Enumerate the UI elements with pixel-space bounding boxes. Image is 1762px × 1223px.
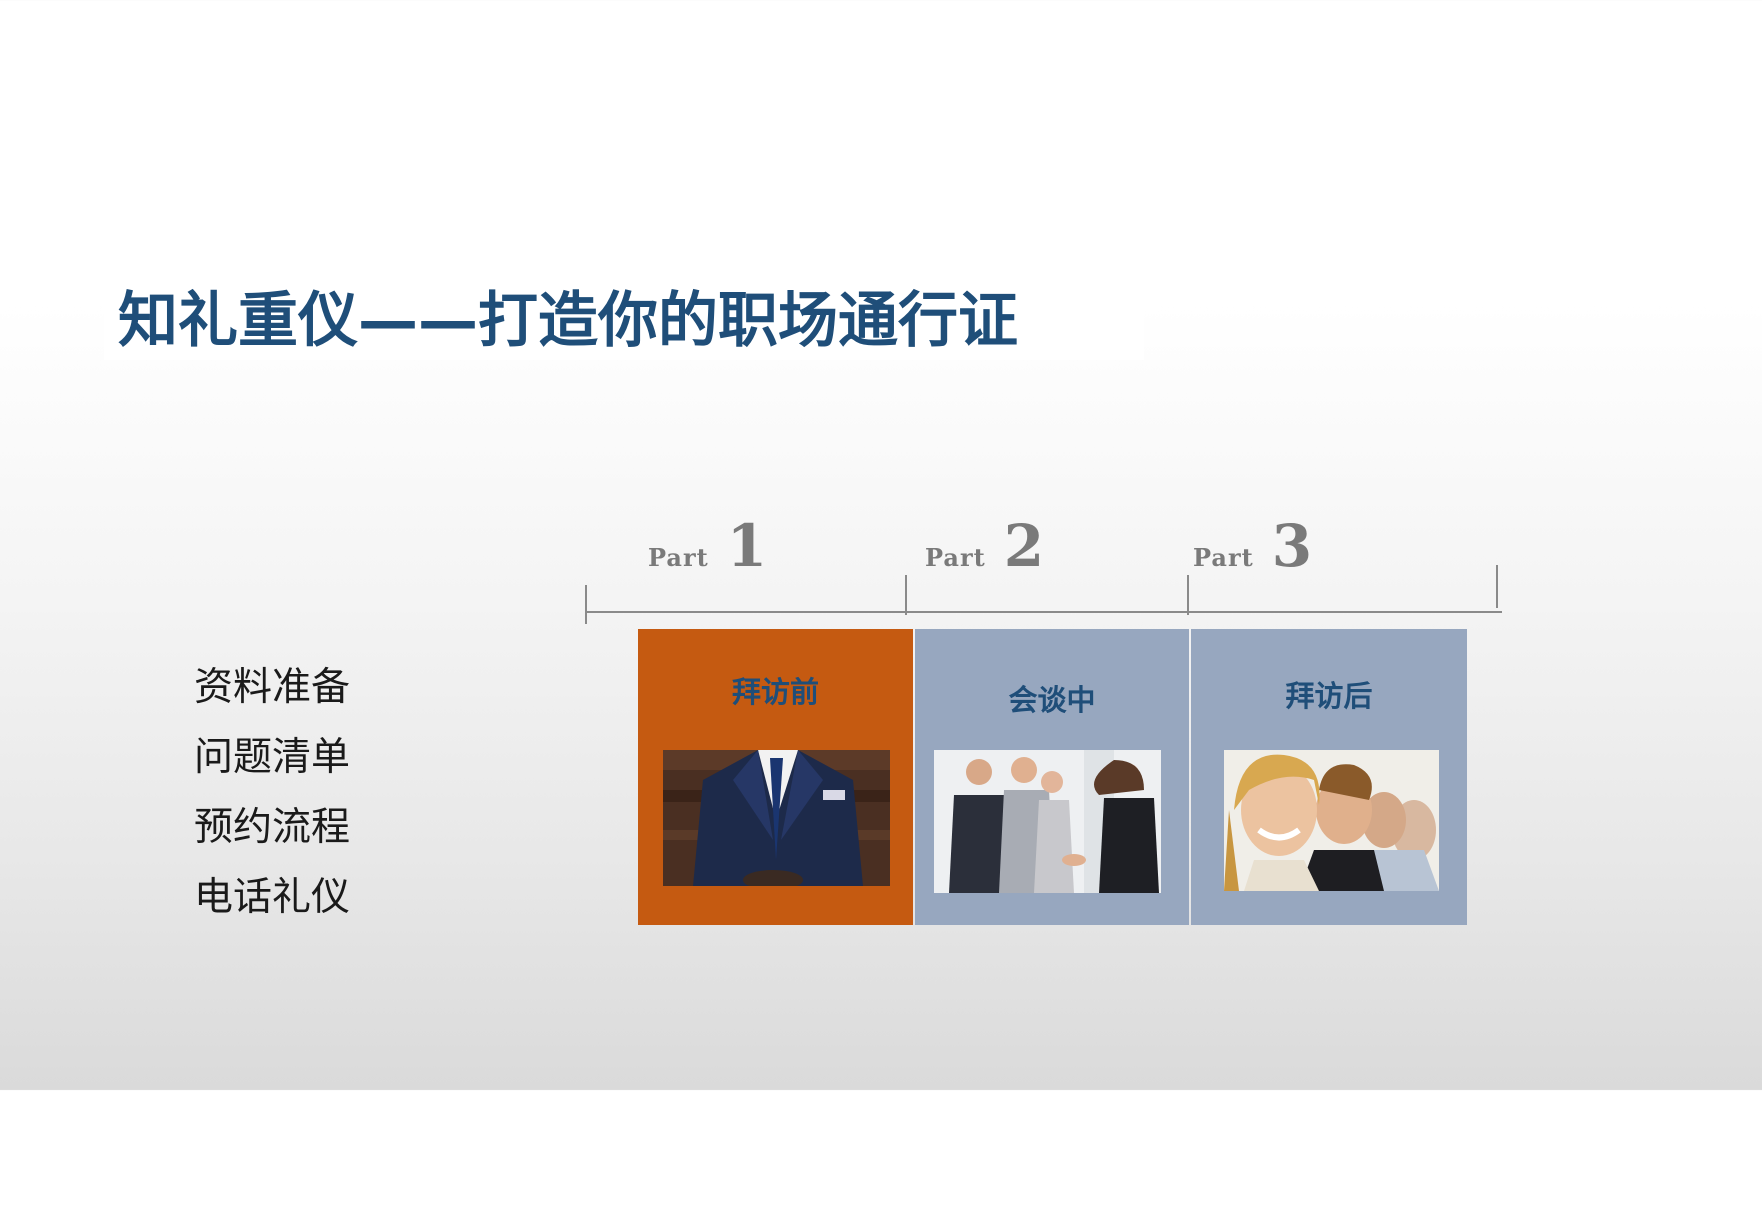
panel-before-visit: 拜访前 (638, 629, 913, 925)
panel-label: 会谈中 (1008, 683, 1096, 717)
businessman-suit-photo (663, 750, 890, 886)
list-item: 电话礼仪 (194, 875, 351, 920)
part-number: 1 (726, 512, 768, 580)
slide-title: 知礼重仪——打造你的职场通行证 (118, 286, 1018, 356)
part-number: 3 (1271, 512, 1313, 580)
part-word: Part (925, 543, 986, 572)
part-word: Part (1193, 543, 1254, 572)
business-handshake-photo (934, 750, 1161, 893)
list-item: 资料准备 (194, 665, 351, 710)
list-item: 预约流程 (194, 805, 351, 850)
panel-label: 拜访后 (1285, 679, 1373, 713)
topic-list: 资料准备 问题清单 预约流程 电话礼仪 (194, 658, 350, 938)
part-label-2: Part 2 (925, 512, 1044, 580)
part-label-1: Part 1 (648, 512, 767, 580)
panel-label: 拜访前 (731, 675, 819, 709)
list-item: 问题清单 (194, 735, 351, 780)
part-label-3: Part 3 (1193, 512, 1312, 580)
panel-after-visit: 拜访后 (1191, 629, 1467, 925)
part-word: Part (648, 543, 709, 572)
smiling-group-photo (1224, 750, 1439, 891)
panel-during-meeting: 会谈中 (915, 629, 1189, 925)
part-number: 2 (1003, 512, 1045, 580)
